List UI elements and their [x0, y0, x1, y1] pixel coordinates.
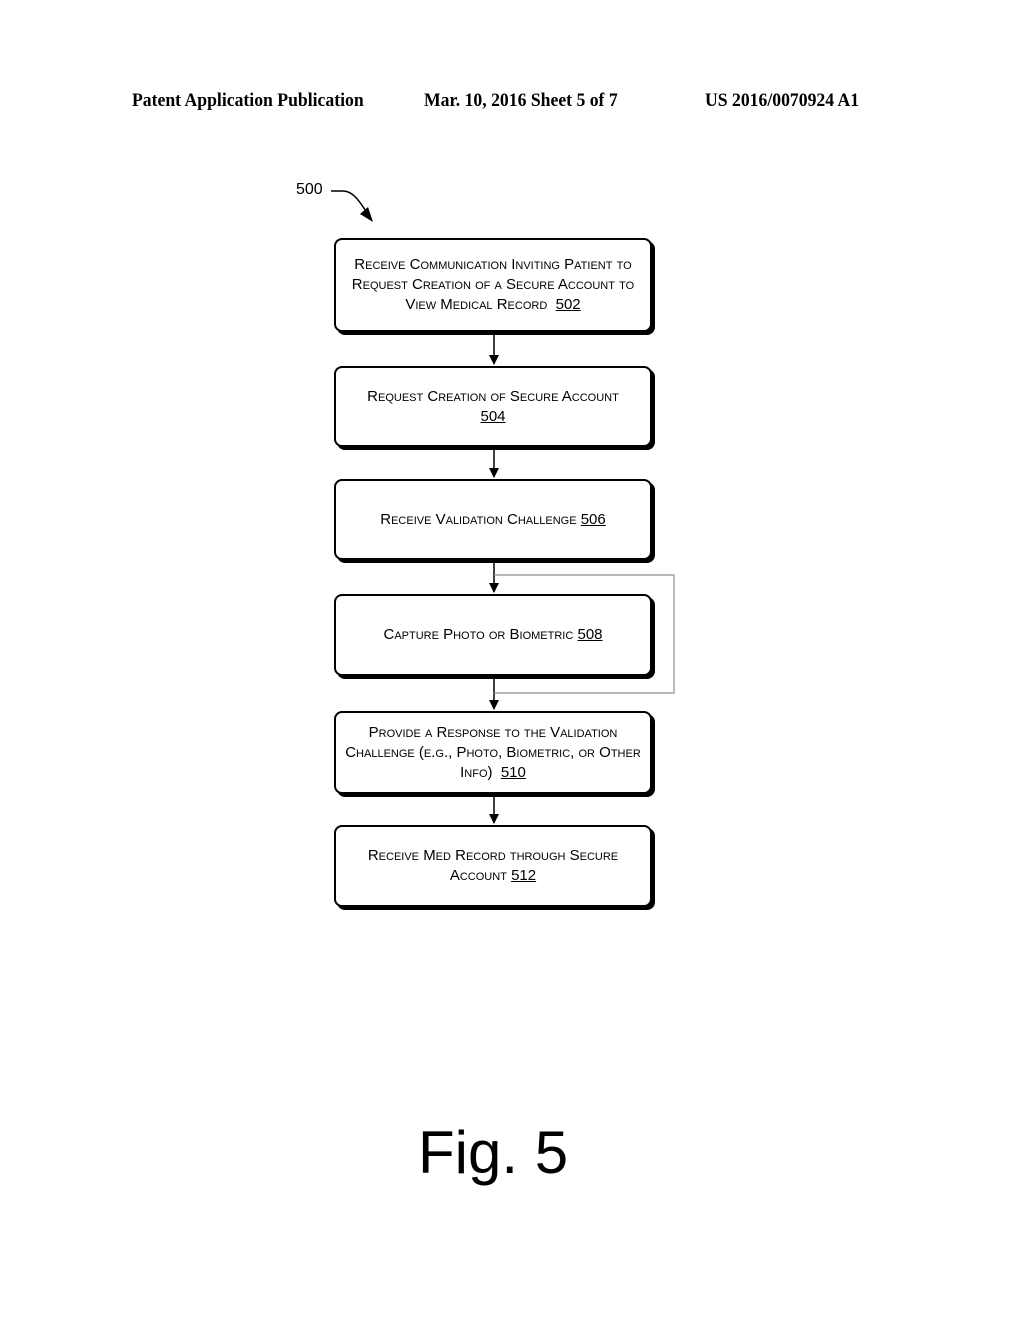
- step-508-box: Capture Photo or Biometric 508: [334, 594, 652, 676]
- step-502-number: 502: [555, 296, 581, 313]
- step-504-box: Request Creation of Secure Account 504: [334, 366, 652, 447]
- step-508-number: 508: [577, 626, 603, 643]
- step-506-box: Receive Validation Challenge 506: [334, 479, 652, 560]
- step-512-number: 512: [511, 867, 537, 884]
- step-510-text: Provide a Response to the Validation Cha…: [345, 723, 641, 781]
- step-508-text: Capture Photo or Biometric: [383, 626, 574, 643]
- reference-arrowhead-icon: [360, 207, 373, 222]
- step-512-box: Receive Med Record through Secure Accoun…: [334, 825, 652, 907]
- step-506-text: Receive Validation Challenge: [380, 510, 577, 528]
- step-504-text: Request Creation of Secure Account: [367, 387, 619, 405]
- step-510-box: Provide a Response to the Validation Cha…: [334, 711, 652, 794]
- step-510-number: 510: [500, 763, 526, 781]
- step-504-number: 504: [480, 407, 506, 425]
- step-512-text: Receive Med Record through Secure Accoun…: [367, 847, 619, 884]
- step-506-number: 506: [580, 510, 606, 528]
- step-502-text: Receive Communication Inviting Patient t…: [351, 256, 635, 313]
- step-502-box: Receive Communication Inviting Patient t…: [334, 238, 652, 332]
- figure-label: Fig. 5: [418, 1119, 569, 1186]
